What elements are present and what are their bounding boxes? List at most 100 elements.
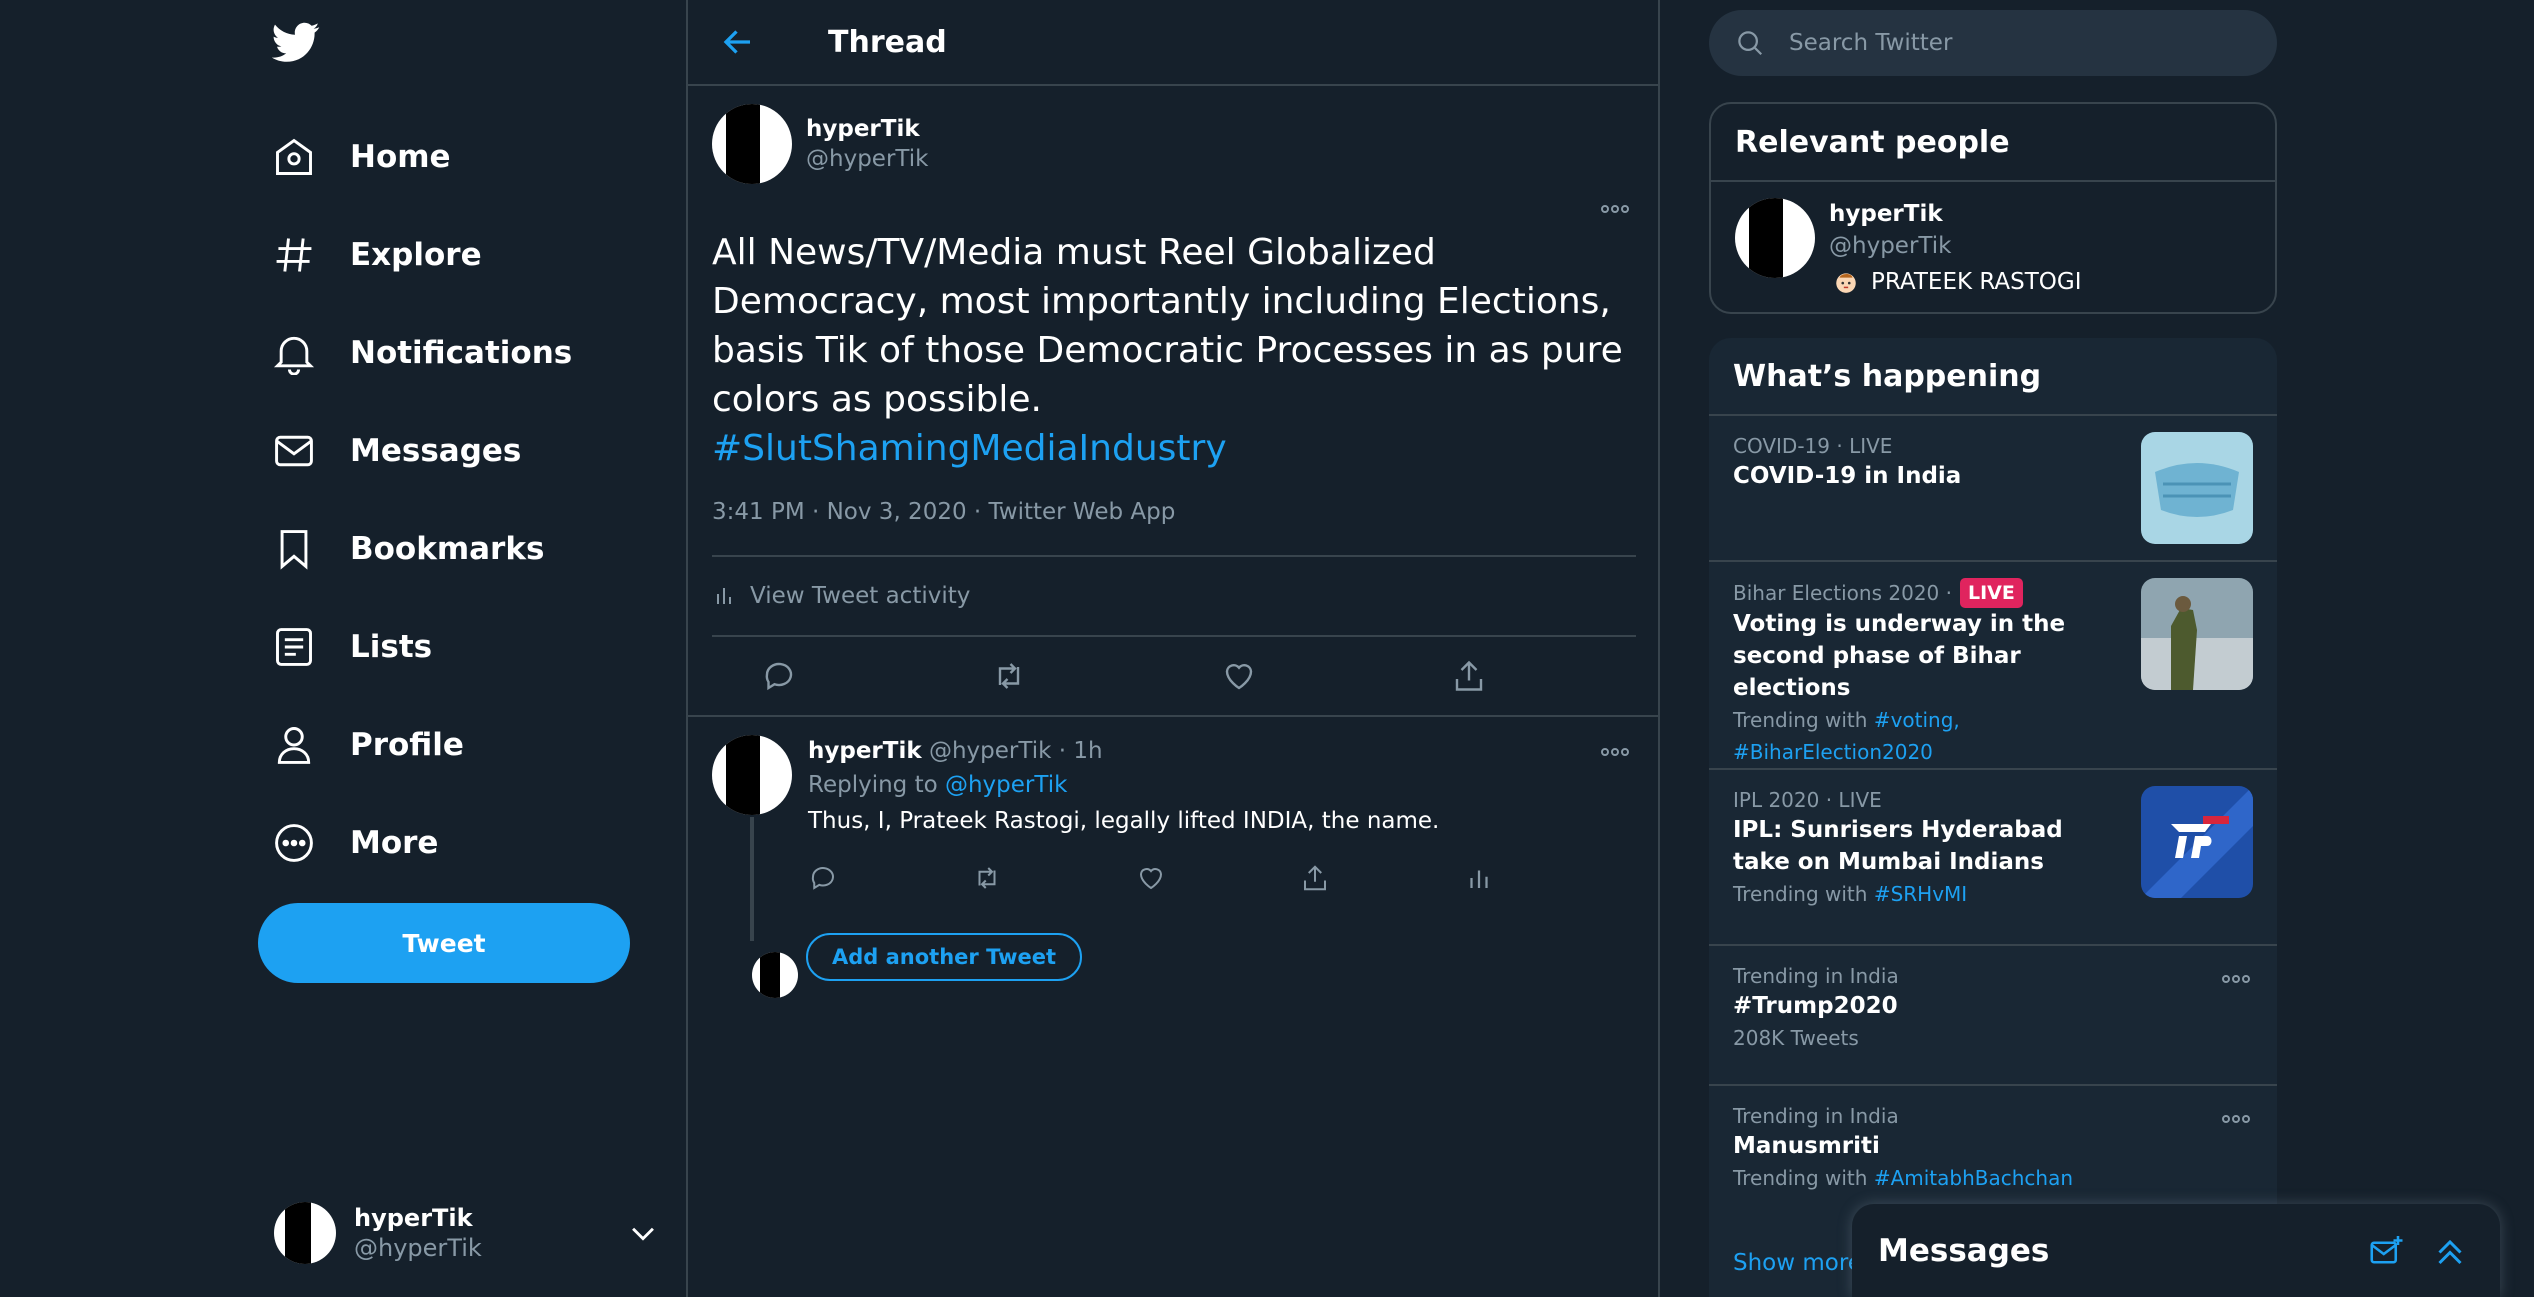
- trend-item[interactable]: Trending in India #Trump2020 208K Tweets: [1709, 944, 2277, 1084]
- nav-label-notifications: Notifications: [350, 335, 573, 371]
- messages-drawer[interactable]: Messages: [1852, 1204, 2500, 1297]
- left-sidebar: Home Explore Notifications Messages Book…: [0, 0, 688, 1297]
- tweet-hashtag-link[interactable]: #SlutShamingMediaIndustry: [712, 428, 1227, 469]
- nav-bookmarks[interactable]: Bookmarks: [272, 500, 572, 598]
- tweet-author-name[interactable]: hyperTik: [806, 114, 928, 144]
- trend-title: Manusmriti: [1733, 1133, 1880, 1159]
- nav-more[interactable]: More: [272, 794, 572, 892]
- trending-with-label: Trending with: [1733, 1166, 1874, 1190]
- nav-label-more: More: [350, 825, 439, 861]
- messages-drawer-title: Messages: [1878, 1232, 2050, 1269]
- avatar: [752, 952, 798, 998]
- trend-title: IPL: Sunrisers Hyderabad take on Mumbai …: [1733, 817, 2063, 875]
- chevron-double-up-icon[interactable]: [2432, 1233, 2468, 1269]
- person-name[interactable]: hyperTik: [1829, 198, 2082, 230]
- reply-tweet[interactable]: hyperTik @hyperTik · 1h Replying to @hyp…: [688, 717, 1658, 1017]
- primary-nav: Home Explore Notifications Messages Book…: [272, 108, 572, 892]
- tweet-body: All News/TV/Media must Reel Globalized D…: [712, 232, 1623, 420]
- twitter-bird-icon[interactable]: [272, 18, 320, 66]
- view-tweet-activity-label: View Tweet activity: [750, 583, 971, 609]
- reply-icon[interactable]: [808, 863, 838, 893]
- main-column: Thread hyperTik @hyperTik All News/TV/Me…: [688, 0, 1660, 1297]
- person-bio: PRATEEK RASTOGI: [1871, 269, 2082, 295]
- nav-label-bookmarks: Bookmarks: [350, 531, 545, 567]
- reply-author-handle[interactable]: @hyperTik: [929, 738, 1051, 764]
- more-options-icon[interactable]: [2221, 1114, 2251, 1124]
- reply-actions: [808, 851, 1634, 905]
- tweet-button[interactable]: Tweet: [258, 903, 630, 983]
- replying-to-label: Replying to: [808, 772, 945, 798]
- bookmark-icon: [280, 530, 308, 570]
- tweet-author-handle[interactable]: @hyperTik: [806, 144, 928, 174]
- nav-messages[interactable]: Messages: [272, 402, 572, 500]
- search-input[interactable]: [1789, 30, 2249, 56]
- avatar[interactable]: [1735, 198, 1815, 278]
- person-icon: [277, 727, 311, 764]
- back-arrow-icon[interactable]: [720, 24, 756, 60]
- show-more-link[interactable]: Show more: [1733, 1250, 1862, 1276]
- retweet-icon[interactable]: [991, 658, 1027, 694]
- more-options-icon[interactable]: [1600, 204, 1630, 214]
- account-switcher[interactable]: hyperTik @hyperTik: [274, 1200, 660, 1266]
- trend-hashtag-link[interactable]: #SRHvMI: [1874, 882, 1967, 906]
- trend-title: #Trump2020: [1733, 993, 1898, 1019]
- avatar[interactable]: [712, 104, 792, 184]
- account-handle: @hyperTik: [354, 1234, 482, 1262]
- trend-hashtag-link[interactable]: #AmitabhBachchan: [1874, 1166, 2073, 1190]
- reply-author-name[interactable]: hyperTik: [808, 738, 922, 764]
- trend-item[interactable]: IPL 2020 · LIVE IPL: Sunrisers Hyderabad…: [1709, 768, 2277, 944]
- reply-icon[interactable]: [761, 658, 797, 694]
- relevant-people-panel: Relevant people hyperTik @hyperTik PRATE…: [1709, 102, 2277, 314]
- reply-separator: ·: [1051, 738, 1074, 764]
- live-badge: LIVE: [1959, 578, 2023, 608]
- trend-item[interactable]: Bihar Elections 2020 · LIVE Voting is un…: [1709, 560, 2277, 768]
- share-icon[interactable]: [1300, 863, 1330, 893]
- reply-time[interactable]: 1h: [1073, 738, 1102, 764]
- bell-icon: [273, 336, 315, 375]
- replying-to-link[interactable]: @hyperTik: [945, 772, 1067, 798]
- home-icon: [276, 138, 312, 175]
- page-title: Thread: [828, 24, 947, 60]
- trend-thumbnail: [2141, 578, 2253, 690]
- search-icon: [1738, 31, 1763, 56]
- tweet-actions: [712, 637, 1634, 715]
- avatar[interactable]: [712, 735, 792, 815]
- nav-notifications[interactable]: Notifications: [272, 304, 572, 402]
- nav-label-messages: Messages: [350, 433, 522, 469]
- more-circle-icon: [275, 824, 313, 862]
- trend-hashtag-link[interactable]: #voting,: [1874, 708, 1960, 732]
- hashtag-icon: [276, 238, 312, 272]
- whats-happening-panel: What’s happening COVID-19 · LIVE COVID-1…: [1709, 338, 2277, 1297]
- retweet-icon[interactable]: [972, 863, 1002, 893]
- analytics-icon[interactable]: [1464, 863, 1494, 893]
- trend-meta: Bihar Elections 2020 ·: [1733, 581, 1952, 605]
- nav-lists[interactable]: Lists: [272, 598, 572, 696]
- nav-explore[interactable]: Explore: [272, 206, 572, 304]
- trend-item[interactable]: Trending in India Manusmriti Trending wi…: [1709, 1084, 2277, 1224]
- trend-title: Voting is underway in the second phase o…: [1733, 611, 2066, 701]
- trend-thumbnail: [2141, 786, 2253, 898]
- add-another-tweet-button[interactable]: Add another Tweet: [806, 933, 1083, 981]
- nav-label-explore: Explore: [350, 237, 482, 273]
- more-options-icon[interactable]: [1600, 747, 1630, 757]
- relevant-person[interactable]: hyperTik @hyperTik PRATEEK RASTOGI: [1711, 180, 2275, 318]
- tweet-timestamp[interactable]: 3:41 PM · Nov 3, 2020 · Twitter Web App: [712, 499, 1634, 533]
- tweet-text: All News/TV/Media must Reel Globalized D…: [712, 228, 1652, 473]
- person-handle[interactable]: @hyperTik: [1829, 230, 2082, 262]
- trend-item[interactable]: COVID-19 · LIVE COVID-19 in India: [1709, 414, 2277, 560]
- like-icon[interactable]: [1221, 658, 1257, 694]
- new-message-icon[interactable]: [2368, 1233, 2404, 1269]
- envelope-icon: [275, 435, 313, 467]
- nav-home[interactable]: Home: [272, 108, 572, 206]
- add-tweet-row: Add another Tweet: [728, 933, 1083, 998]
- trend-meta: Trending in India: [1733, 964, 1899, 988]
- share-icon[interactable]: [1451, 658, 1487, 694]
- view-tweet-activity[interactable]: View Tweet activity: [712, 555, 1636, 637]
- relevant-people-title: Relevant people: [1735, 124, 2010, 160]
- trend-hashtag-link[interactable]: #BiharElection2020: [1733, 740, 1933, 764]
- nav-profile[interactable]: Profile: [272, 696, 572, 794]
- more-options-icon[interactable]: [2221, 974, 2251, 984]
- search-box[interactable]: [1709, 10, 2277, 76]
- reply-text: Thus, I, Prateek Rastogi, legally lifted…: [808, 808, 1440, 834]
- like-icon[interactable]: [1136, 863, 1166, 893]
